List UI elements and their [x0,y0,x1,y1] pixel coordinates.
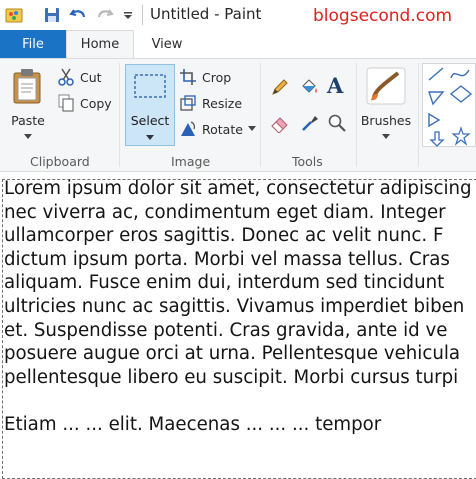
scissors-icon [58,68,74,86]
text-line: nec viverra ac, condimentum eget diam. I… [4,201,446,223]
redo-icon[interactable] [95,5,115,25]
group-separator [418,63,419,167]
select-rectangle-icon [134,74,166,98]
quick-access-dropdown-icon[interactable] [118,5,138,25]
paste-icon [13,69,41,104]
cut-label: Cut [80,69,102,85]
select-dropdown-icon [146,135,154,140]
window-title: Untitled - Paint [150,5,262,23]
crop-icon [180,69,196,85]
rotate-label: Rotate [202,121,243,137]
rotate-button[interactable]: Rotate [180,121,256,137]
image-group-label: Image [171,154,211,169]
text-line: ullamcorper eros sagittis. Donec ac veli… [4,225,444,247]
fill-bucket-icon[interactable] [299,77,319,97]
title-separator [142,5,143,25]
text-line: pellentesque libero eu suscipit. Morbi c… [4,366,459,388]
text-line [4,389,476,413]
text-line: Lorem ipsum dolor sit amet, consectetur … [4,178,472,199]
paste-dropdown-icon [24,134,32,139]
watermark-text: blogsecond.com [313,6,453,26]
crop-button[interactable]: Crop [180,69,231,85]
tab-home[interactable]: Home [66,30,134,58]
brushes-label: Brushes [360,113,412,128]
drawing-canvas[interactable]: Lorem ipsum dolor sit amet, consectetur … [0,172,476,479]
copy-icon [58,94,74,112]
shapes-icon [428,67,473,147]
copy-label: Copy [80,95,112,111]
ribbon: Paste Cut Copy Clipboard Select Crop Res… [0,58,476,172]
copy-button[interactable]: Copy [58,94,112,112]
tools-group-label: Tools [292,154,323,169]
text-line: aliquam. Fusce enim dui, interdum sed ti… [4,272,445,294]
ribbon-tab-row: File Home View [0,30,476,58]
text-line: et. Suspendisse potenti. Cras gravida, a… [4,319,448,341]
resize-button[interactable]: Resize [180,95,242,111]
crop-label: Crop [202,69,232,85]
clipboard-group-label: Clipboard [30,154,90,169]
shapes-gallery[interactable] [422,63,476,147]
tab-file[interactable]: File [0,30,66,58]
color-picker-icon[interactable] [300,113,320,133]
text-line: dictum ipsum porta. Morbi vel massa tell… [4,248,450,270]
resize-icon [180,95,196,111]
group-separator [119,63,120,167]
group-separator [260,63,261,167]
text-line: ultricies nunc ac sagittis. Vivamus impe… [4,295,465,317]
svg-text:A: A [326,75,344,97]
undo-icon[interactable] [68,5,88,25]
rotate-dropdown-icon [247,126,256,131]
brushes-button[interactable]: Brushes [360,67,412,140]
text-line: posuere augue orci at urna. Pellentesque… [4,343,461,365]
magnifier-icon[interactable] [327,113,347,133]
group-separator [356,63,357,167]
paste-button[interactable]: Paste [8,67,48,140]
cut-button[interactable]: Cut [58,68,102,86]
text-tool-icon[interactable]: A [326,75,346,97]
select-button[interactable]: Select [125,64,175,146]
eraser-icon[interactable] [270,113,290,133]
tab-view[interactable]: View [136,30,198,58]
text-line: Etiam ... ... elit. Maecenas ... ... ...… [4,413,382,435]
title-bar: Untitled - Paint blogsecond.com [0,0,476,30]
paste-label: Paste [11,113,45,128]
brushes-icon [366,67,406,105]
resize-label: Resize [202,95,243,111]
save-icon[interactable] [42,5,62,25]
canvas-text-box[interactable]: Lorem ipsum dolor sit amet, consectetur … [4,177,476,437]
paint-app-icon[interactable] [4,5,24,25]
rotate-icon [181,121,196,136]
brushes-dropdown-icon [382,134,390,139]
select-label: Select [130,113,170,128]
pencil-icon[interactable] [270,77,290,97]
